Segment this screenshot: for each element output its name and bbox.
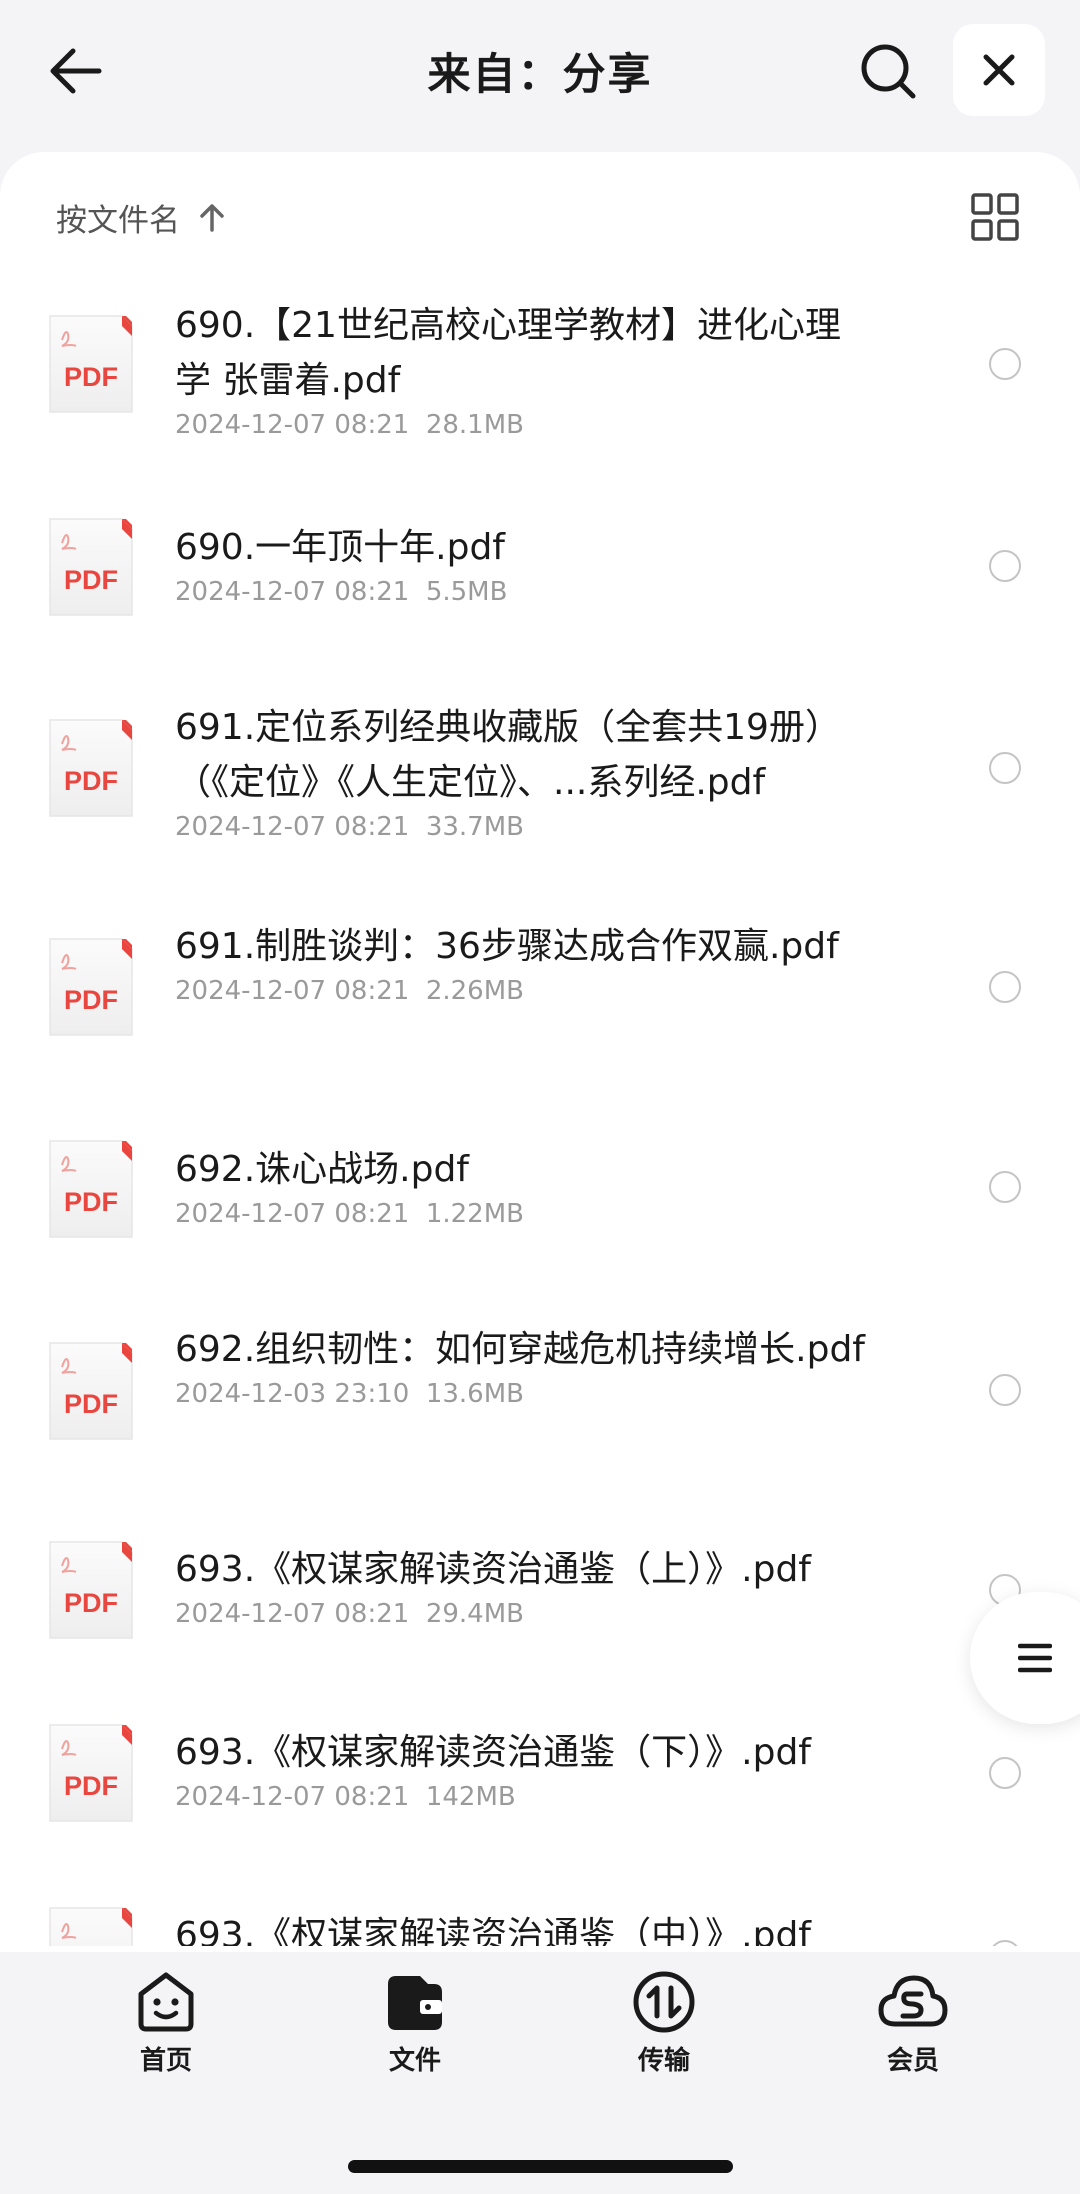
- select-radio[interactable]: [989, 1171, 1021, 1203]
- cloud-vip-icon: [878, 1975, 948, 2027]
- file-sheet: 按文件名 PDF 690.【21世纪高校心理学教材】进化心理学 张雷着.pdf …: [0, 152, 1080, 1952]
- file-name: 693.《权谋家解读资治通鉴（上）》.pdf: [175, 1549, 811, 1590]
- bottom-nav: 首页 文件 传输 会员: [0, 1952, 1080, 2194]
- list-item[interactable]: PDF 692.诛心战场.pdf 2024-12-07 08:21 1.22MB: [0, 1099, 1080, 1300]
- svg-text:PDF: PDF: [64, 1187, 118, 1217]
- nav-label: 首页: [139, 2046, 192, 2076]
- search-button[interactable]: [856, 36, 920, 106]
- folder-wallet-icon: [388, 1976, 442, 2030]
- file-name: 690.【21世纪高校心理学教材】进化心理学 张雷着.pdf: [175, 305, 841, 401]
- file-meta: 2024-12-07 08:21 33.7MB: [175, 812, 524, 842]
- nav-item-home[interactable]: 首页: [106, 1970, 226, 2077]
- search-icon: [861, 44, 916, 99]
- file-name: 693.《权谋家解读资治通鉴（下）》.pdf: [175, 1732, 811, 1773]
- sort-control[interactable]: 按文件名: [56, 192, 226, 242]
- file-meta: 2024-12-07 08:21 28.1MB: [175, 410, 524, 440]
- file-name: 690.一年顶十年.pdf: [175, 527, 505, 568]
- select-radio[interactable]: [989, 550, 1021, 582]
- nav-label: 会员: [886, 2046, 939, 2076]
- pdf-file-icon: PDF: [48, 1723, 134, 1823]
- select-radio[interactable]: [989, 971, 1021, 1003]
- file-name: 692.诛心战场.pdf: [175, 1149, 469, 1190]
- svg-text:PDF: PDF: [64, 766, 118, 796]
- pdf-file-icon: PDF: [48, 1139, 134, 1239]
- list-item[interactable]: PDF 691.制胜谈判：36步骤达成合作双赢.pdf 2024-12-07 0…: [0, 899, 1080, 1099]
- list-item[interactable]: PDF 691.定位系列经典收藏版（全套共19册）（《定位》《人生定位》、...…: [0, 680, 1080, 899]
- list-item[interactable]: PDF 693.《权谋家解读资治通鉴（中）》.pdf: [0, 1866, 1080, 1946]
- pdf-file-icon: PDF: [48, 937, 134, 1037]
- select-radio[interactable]: [989, 752, 1021, 784]
- svg-text:PDF: PDF: [64, 362, 118, 392]
- pdf-file-icon: PDF: [48, 1540, 134, 1640]
- list-item[interactable]: PDF 693.《权谋家解读资治通鉴（上）》.pdf 2024-12-07 08…: [0, 1500, 1080, 1683]
- file-name: 693.《权谋家解读资治通鉴（中）》.pdf: [175, 1915, 811, 1946]
- file-meta: 2024-12-07 08:21 142MB: [175, 1782, 516, 1812]
- pdf-file-icon: PDF: [48, 517, 134, 617]
- nav-item-vip[interactable]: 会员: [853, 1970, 973, 2077]
- nav-item-transfer[interactable]: 传输: [604, 1970, 724, 2077]
- pdf-file-icon: PDF: [48, 314, 134, 414]
- file-name: 692.组织韧性：如何穿越危机持续增长.pdf: [175, 1329, 865, 1370]
- pdf-file-icon: PDF: [48, 718, 134, 818]
- select-radio[interactable]: [989, 1757, 1021, 1789]
- nav-item-files[interactable]: 文件: [355, 1970, 475, 2077]
- svg-text:PDF: PDF: [64, 1389, 118, 1419]
- svg-text:PDF: PDF: [64, 1771, 118, 1801]
- file-name: 691.制胜谈判：36步骤达成合作双赢.pdf: [175, 926, 839, 967]
- grid-view-button[interactable]: [970, 192, 1020, 242]
- home-indicator: [348, 2160, 733, 2173]
- list-item[interactable]: PDF 690.【21世纪高校心理学教材】进化心理学 张雷着.pdf 2024-…: [0, 280, 1080, 480]
- file-meta: 2024-12-03 23:10 13.6MB: [175, 1379, 524, 1409]
- select-radio[interactable]: [989, 1374, 1021, 1406]
- arrow-up-icon: [200, 204, 224, 232]
- transfer-icon: [633, 1971, 695, 2033]
- file-name: 691.定位系列经典收藏版（全套共19册）（《定位》《人生定位》、...系列经.…: [175, 707, 841, 803]
- file-meta: 2024-12-07 08:21 2.26MB: [175, 976, 524, 1006]
- svg-text:PDF: PDF: [64, 1588, 118, 1618]
- close-button[interactable]: [953, 24, 1045, 116]
- list-item[interactable]: PDF 693.《权谋家解读资治通鉴（下）》.pdf 2024-12-07 08…: [0, 1683, 1080, 1866]
- file-list: PDF 690.【21世纪高校心理学教材】进化心理学 张雷着.pdf 2024-…: [0, 280, 1080, 1946]
- select-radio[interactable]: [989, 1940, 1021, 1946]
- select-radio[interactable]: [989, 348, 1021, 380]
- nav-label: 文件: [388, 2046, 441, 2076]
- grid-icon: [971, 193, 1019, 241]
- pdf-file-icon: PDF: [48, 1341, 134, 1441]
- file-meta: 2024-12-07 08:21 29.4MB: [175, 1599, 524, 1629]
- menu-icon: [1018, 1643, 1052, 1673]
- home-face-icon: [138, 1972, 194, 2032]
- sort-label: 按文件名: [56, 202, 180, 239]
- list-item[interactable]: PDF 690.一年顶十年.pdf 2024-12-07 08:21 5.5MB: [0, 480, 1080, 680]
- file-meta: 2024-12-07 08:21 1.22MB: [175, 1199, 524, 1229]
- top-bar: 来自：分享: [0, 0, 1080, 150]
- svg-text:PDF: PDF: [64, 985, 118, 1015]
- file-meta: 2024-12-07 08:21 5.5MB: [175, 577, 508, 607]
- nav-label: 传输: [637, 2046, 690, 2076]
- svg-text:PDF: PDF: [64, 565, 118, 595]
- close-icon: [983, 54, 1015, 86]
- pdf-file-icon: PDF: [48, 1906, 134, 1946]
- list-item[interactable]: PDF 692.组织韧性：如何穿越危机持续增长.pdf 2024-12-03 2…: [0, 1300, 1080, 1500]
